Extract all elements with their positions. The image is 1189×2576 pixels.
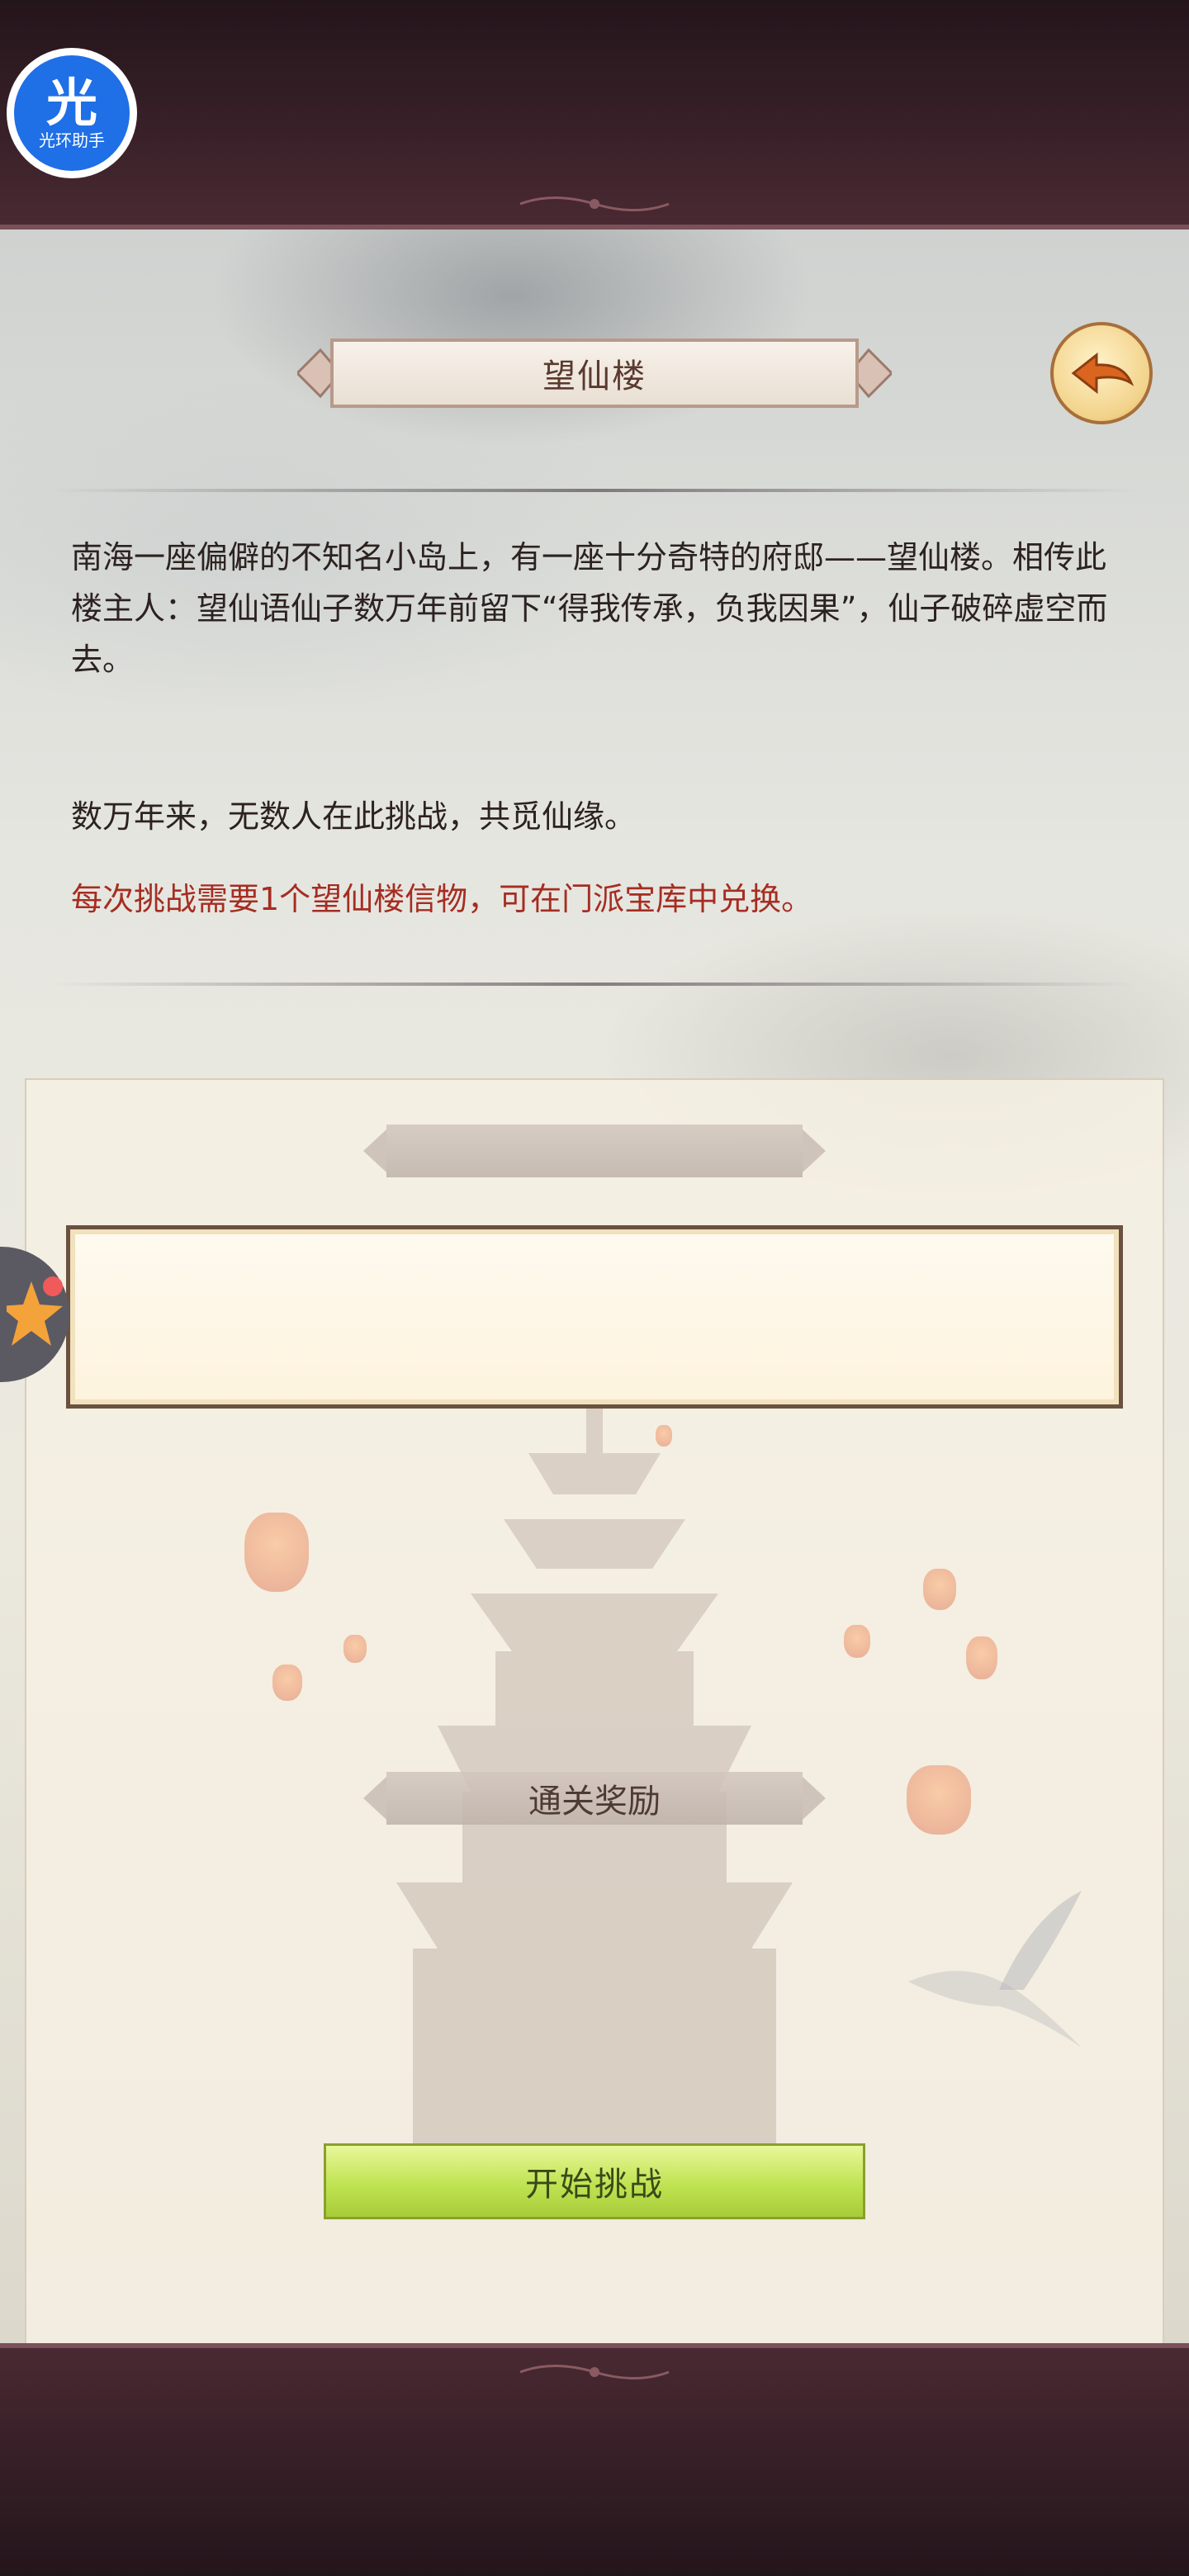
start-challenge-button[interactable]: 开始挑战 [324,2143,865,2219]
top-frame-bar [0,0,1189,230]
panel-top-ribbon [363,1125,826,1177]
bottom-frame-bar [0,2343,1189,2576]
page-title: 望仙楼 [542,358,647,395]
start-challenge-label: 开始挑战 [525,2166,664,2204]
bottom-ornament [519,2365,670,2379]
sky-lantern [966,1636,997,1679]
back-button[interactable] [1050,322,1153,424]
divider-top [50,489,1139,492]
app-badge-glyph: 光 [45,73,97,133]
intro-line2: 数万年来，无数人在此挑战，共觅仙缘。 [71,798,637,835]
reward-ribbon-label: 通关奖励 [528,1783,661,1821]
app-badge[interactable]: 光 光环助手 [7,48,137,178]
divider-bottom [50,983,1139,986]
crane-illustration [908,1891,1082,2048]
reward-ribbon: 通关奖励 [363,1772,826,1825]
reward-scroll-frame [66,1225,1123,1409]
title-plate: 望仙楼 [297,332,892,414]
top-ornament [519,197,670,211]
sky-lantern [923,1569,956,1610]
bottom-bar-edge [0,2343,1189,2348]
sky-lantern [656,1425,672,1447]
challenge-notice: 每次挑战需要1个望仙楼信物，可在门派宝库中兑换。 [71,881,813,917]
sky-lantern [343,1635,367,1663]
back-arrow-icon [1071,352,1135,395]
app-badge-label: 光环助手 [39,130,105,150]
sky-lantern [907,1765,971,1835]
sky-lantern [844,1625,870,1658]
sky-lantern [244,1513,309,1592]
sky-lantern [272,1664,302,1701]
star-icon [7,1276,63,1346]
intro-paragraph: 南海一座偏僻的不知名小岛上，有一座十分奇特的府邸——望仙楼。相传此楼主人：望仙语… [71,539,1108,678]
